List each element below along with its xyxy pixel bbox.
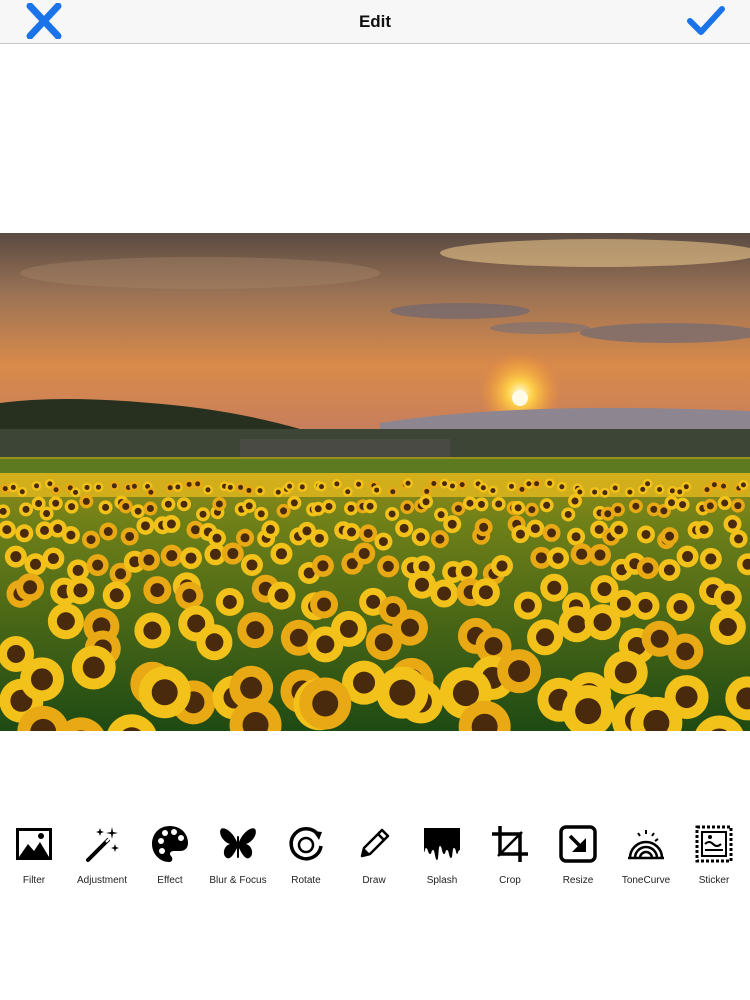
tool-adjustment[interactable]: Adjustment bbox=[68, 812, 136, 902]
top-nav-bar: Edit bbox=[0, 0, 750, 44]
tool-crop[interactable]: Crop bbox=[476, 812, 544, 902]
filter-icon bbox=[16, 828, 52, 860]
pencil-icon bbox=[360, 828, 390, 858]
sunflower-field-photo bbox=[0, 233, 750, 731]
tool-splash[interactable]: Splash bbox=[408, 812, 476, 902]
tool-resize[interactable]: Resize bbox=[544, 812, 612, 902]
magic-wand-icon bbox=[86, 827, 119, 862]
checkmark-icon bbox=[687, 6, 725, 35]
tool-tone-curve[interactable]: ToneCurve bbox=[612, 812, 680, 902]
edit-toolbar: Filter Adjustment Effect Blur & Focus Ro… bbox=[0, 812, 750, 902]
tool-label: Sticker bbox=[698, 875, 730, 886]
tone-curve-icon bbox=[628, 830, 664, 860]
butterfly-icon bbox=[220, 828, 256, 859]
tool-rotate[interactable]: Rotate bbox=[272, 812, 340, 902]
tool-effect[interactable]: Effect bbox=[136, 812, 204, 902]
done-button[interactable] bbox=[684, 3, 728, 39]
page-title: Edit bbox=[358, 12, 392, 31]
tool-blur-focus[interactable]: Blur & Focus bbox=[204, 812, 272, 902]
tool-filter[interactable]: Filter bbox=[0, 812, 68, 902]
sticker-icon bbox=[695, 825, 733, 863]
resize-icon bbox=[559, 825, 597, 863]
splash-icon bbox=[424, 828, 460, 860]
photo-canvas[interactable] bbox=[0, 233, 750, 731]
palette-icon bbox=[152, 826, 188, 862]
tool-sticker[interactable]: Sticker bbox=[680, 812, 748, 902]
rotate-icon bbox=[289, 827, 323, 861]
tool-draw[interactable]: Draw bbox=[340, 812, 408, 902]
crop-icon bbox=[492, 826, 528, 862]
